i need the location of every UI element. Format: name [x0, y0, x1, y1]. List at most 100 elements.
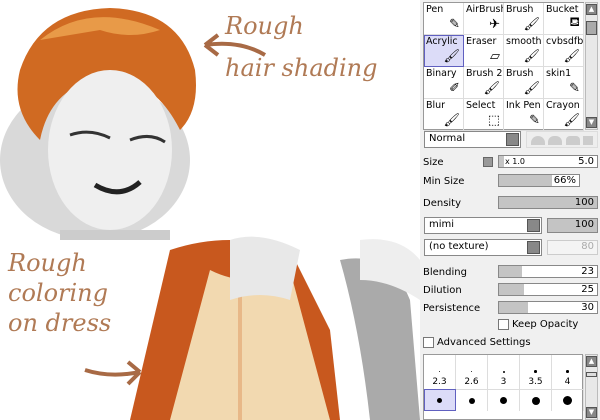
tool-brush[interactable]: Brush 🖌	[504, 3, 544, 35]
blend-mode-select[interactable]: Normal	[424, 131, 521, 148]
brush-dot-icon	[502, 370, 505, 373]
blend-mode-value: Normal	[429, 133, 466, 144]
tool-label: Brush	[506, 68, 534, 79]
brush-icon: 🖌	[563, 49, 580, 64]
tip-shape-icon[interactable]	[565, 136, 580, 145]
brush-dot-icon	[470, 370, 473, 373]
size-cell[interactable]	[424, 389, 456, 411]
tip-shape-icon[interactable]	[530, 136, 545, 145]
dilution-slider[interactable]: 25	[498, 283, 598, 296]
size-label: 3	[488, 377, 520, 389]
min-size-slider[interactable]: 66%	[498, 174, 580, 187]
persistence-value: 30	[581, 302, 594, 313]
tool-label: Bucket	[546, 4, 579, 15]
persistence-slider[interactable]: 30	[498, 301, 598, 314]
brush-shape-value: mimi	[429, 219, 455, 230]
checkbox-box[interactable]	[498, 319, 509, 330]
size-cell[interactable]	[520, 389, 552, 411]
brush-icon: 🖌	[523, 17, 540, 32]
texture-select[interactable]: (no texture)	[424, 239, 542, 256]
size-label: 3.5	[520, 377, 552, 389]
size-label: 2.6	[456, 377, 488, 389]
blending-label: Blending	[423, 267, 467, 278]
tool-crayon[interactable]: Crayon 🖌	[544, 99, 584, 131]
scroll-up-icon[interactable]: ▲	[586, 4, 597, 15]
texture-strength: 80	[547, 240, 598, 255]
keep-opacity-checkbox[interactable]: Keep Opacity	[498, 319, 578, 330]
note-line: Rough	[225, 12, 304, 40]
size-label: Size	[423, 157, 444, 168]
tool-cvbsdfb[interactable]: cvbsdfb 🖌	[544, 35, 584, 67]
advanced-settings-checkbox[interactable]: Advanced Settings	[423, 337, 531, 348]
tool-skin1[interactable]: skin1 ✎	[544, 67, 584, 99]
tool-label: cvbsdfb	[546, 36, 584, 47]
size-cell-small[interactable]	[456, 366, 488, 377]
size-cell[interactable]	[488, 389, 520, 411]
tool-select[interactable]: Select ⬚	[464, 99, 504, 131]
size-cell-partial[interactable]	[520, 355, 552, 366]
density-slider[interactable]: 100	[498, 196, 598, 209]
checkbox-box[interactable]	[423, 337, 434, 348]
density-label: Density	[423, 198, 462, 209]
size-cell-small[interactable]	[552, 366, 584, 377]
size-cell-partial[interactable]	[488, 355, 520, 366]
tool-blur[interactable]: Blur 🖌	[424, 99, 464, 131]
brush-icon: 🖌	[563, 113, 580, 128]
tip-shape-icon[interactable]	[548, 136, 563, 145]
tool-ink-pen[interactable]: Ink Pen ✎	[504, 99, 544, 131]
tool-eraser[interactable]: Eraser ▱	[464, 35, 504, 67]
note-line: hair shading	[225, 54, 378, 82]
brush-shape-select[interactable]: mimi	[424, 217, 542, 234]
size-multiplier-dropdown[interactable]	[483, 157, 493, 167]
note-line: Rough	[8, 249, 87, 277]
pen-icon: ✎	[529, 113, 540, 128]
tool-label: Ink Pen	[506, 100, 541, 111]
size-cell[interactable]	[456, 389, 488, 411]
brush-size-scrollbar[interactable]: ▲ ▼	[585, 354, 598, 420]
size-cell-partial[interactable]	[552, 355, 584, 366]
brush-dot-icon	[500, 397, 507, 404]
tool-brush[interactable]: Brush 🖌	[504, 67, 544, 99]
size-multiplier: x 1.0	[505, 157, 525, 166]
dilution-label: Dilution	[423, 285, 462, 296]
brush-shape-amount: 100	[574, 219, 594, 230]
size-cell-partial[interactable]	[456, 355, 488, 366]
tool-binary[interactable]: Binary ✐	[424, 67, 464, 99]
note-rough-dress: Rough coloring on dress	[8, 248, 111, 338]
tool-grid-scrollbar[interactable]: ▲ ▼	[585, 2, 598, 130]
min-size-value: 66%	[553, 175, 576, 186]
chevron-down-icon	[506, 133, 519, 146]
size-cell-small[interactable]	[424, 366, 456, 377]
density-value: 100	[574, 197, 594, 208]
scroll-down-icon[interactable]: ▼	[586, 117, 597, 128]
brush-size-grid: 2.3 2.6 3 3.5 4	[423, 354, 584, 420]
airbrush-icon: ✈	[489, 17, 500, 32]
scroll-thumb[interactable]	[586, 372, 597, 377]
brush-tip-shapes[interactable]	[526, 131, 598, 148]
tool-bucket[interactable]: Bucket ⛾	[544, 3, 584, 35]
brush-icon: 🖌	[523, 81, 540, 96]
brush-dot-icon	[437, 398, 442, 403]
tool-smooth-b[interactable]: smooth b 🖌	[504, 35, 544, 67]
tip-shape-icon[interactable]	[583, 136, 594, 145]
note-rough-hair: Rough hair shading	[225, 12, 377, 82]
brush-icon: 🖌	[483, 81, 500, 96]
brush-shape-strength[interactable]: 100	[547, 218, 598, 233]
scroll-thumb[interactable]	[586, 21, 597, 35]
advanced-settings-label: Advanced Settings	[437, 337, 531, 348]
blending-slider[interactable]: 23	[498, 265, 598, 278]
size-label: 4	[552, 377, 584, 389]
tool-brush-2e[interactable]: Brush 2E 🖌	[464, 67, 504, 99]
scroll-up-icon[interactable]: ▲	[586, 356, 597, 367]
tool-pen[interactable]: Pen ✎	[424, 3, 464, 35]
tool-acrylic[interactable]: Acrylic 🖌	[424, 35, 464, 67]
size-cell-small[interactable]	[520, 366, 552, 377]
size-cell-partial[interactable]	[424, 355, 456, 366]
size-slider[interactable]: x 1.0 5.0	[498, 155, 598, 168]
dilution-value: 25	[581, 284, 594, 295]
size-cell[interactable]	[552, 389, 584, 411]
select-icon: ⬚	[487, 113, 500, 128]
size-cell-small[interactable]	[488, 366, 520, 377]
tool-airbrush[interactable]: AirBrush ✈	[464, 3, 504, 35]
scroll-down-icon[interactable]: ▼	[586, 407, 597, 418]
